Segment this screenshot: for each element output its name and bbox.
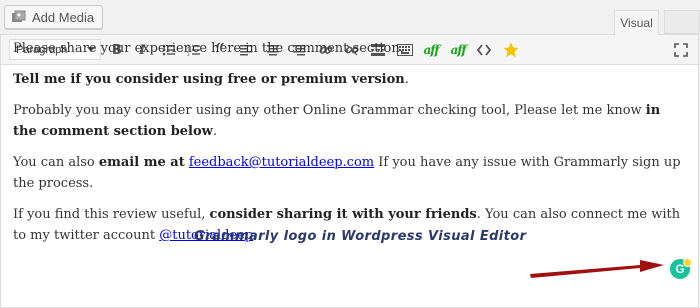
paragraph-4-text: You can also: [13, 155, 99, 170]
paragraph-3: Probably you may consider using any othe…: [13, 100, 685, 142]
paragraph-2-bold: Tell me if you consider using free or pr…: [13, 72, 405, 87]
paragraph-1: Please share your experience here in the…: [13, 38, 685, 59]
editor-top-bar: Add Media Visual: [0, 0, 700, 35]
media-icon: [11, 10, 27, 24]
tab-text[interactable]: [664, 10, 700, 34]
paragraph-3-end: .: [212, 124, 218, 139]
add-media-label: Add Media: [32, 9, 95, 25]
editor-content[interactable]: Please share your experience here in the…: [13, 38, 685, 256]
add-media-button[interactable]: Add Media: [4, 5, 104, 29]
paragraph-3-text: Probably you may consider using any othe…: [13, 103, 646, 118]
grammarly-status-dot: [683, 258, 692, 267]
annotation-label: Grammarly logo in Wordpress Visual Edito…: [194, 229, 527, 244]
paragraph-2: Tell me if you consider using free or pr…: [13, 69, 685, 90]
tab-visual[interactable]: Visual: [614, 10, 659, 35]
paragraph-5-text: If you find this review useful,: [13, 207, 210, 222]
paragraph-4-bold: email me at: [98, 155, 185, 170]
paragraph-1-text: Please share your experience here in the…: [13, 41, 404, 56]
annotation-arrow-icon: [530, 260, 664, 278]
paragraph-2-end: .: [404, 72, 409, 87]
paragraph-4: You can also email me at feedback@tutori…: [13, 152, 685, 194]
paragraph-5-bold: consider sharing it with your friends: [209, 207, 477, 222]
email-link[interactable]: feedback@tutorialdeep.com: [189, 155, 374, 170]
